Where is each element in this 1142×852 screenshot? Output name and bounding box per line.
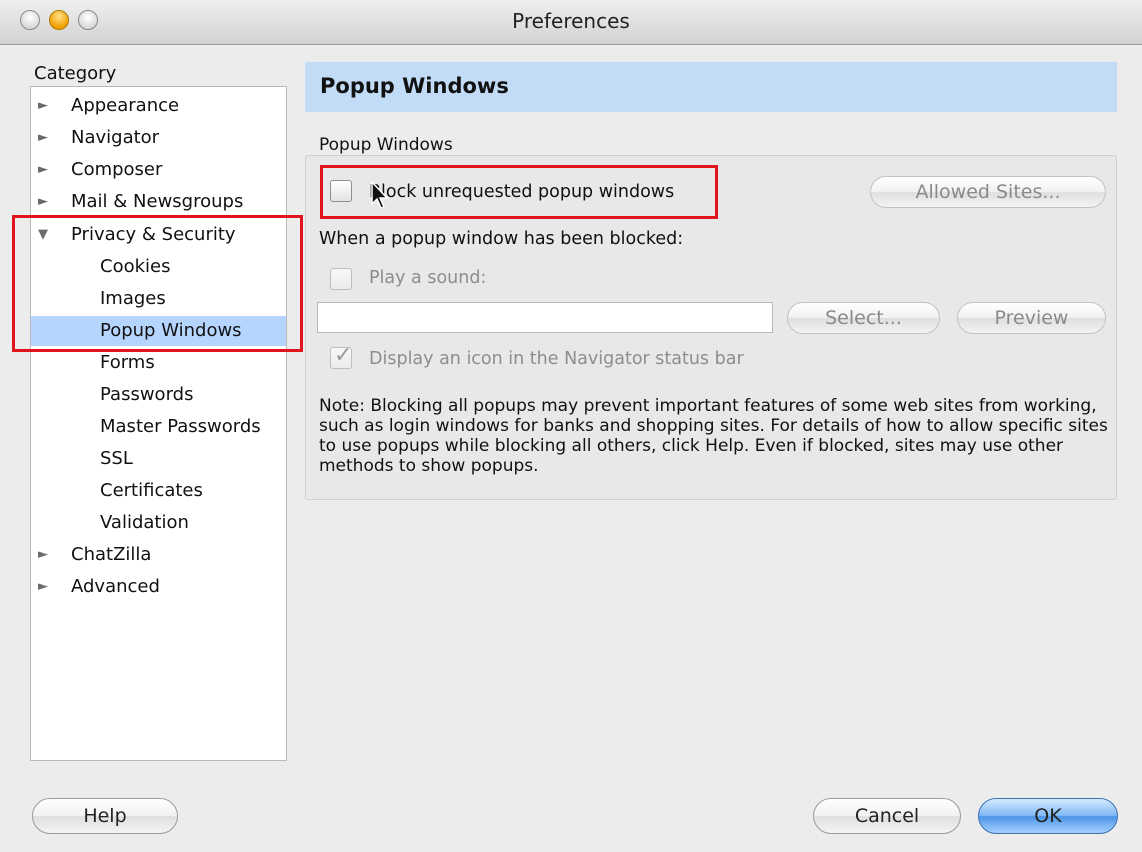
tree-item-images[interactable]: Images: [31, 284, 286, 314]
allowed-sites-button[interactable]: Allowed Sites...: [870, 176, 1106, 208]
display-icon-checkbox[interactable]: ✓: [330, 343, 352, 369]
play-sound-checkbox[interactable]: [330, 268, 352, 290]
block-popups-checkbox[interactable]: [330, 180, 352, 202]
tree-item-composer[interactable]: ► Composer: [31, 155, 286, 185]
help-button[interactable]: Help: [32, 798, 178, 834]
expand-arrow-icon[interactable]: ►: [38, 123, 48, 153]
tree-item-label: Composer: [71, 159, 163, 180]
tree-item-label: Appearance: [71, 95, 180, 116]
block-popups-label[interactable]: Block unrequested popup windows: [369, 182, 674, 202]
category-label: Category: [34, 63, 117, 84]
tree-item-label: Validation: [100, 512, 189, 533]
play-sound-label[interactable]: Play a sound:: [369, 268, 486, 288]
tree-item-label: Mail & Newsgroups: [71, 191, 244, 212]
window-title: Preferences: [512, 9, 630, 33]
tree-item-label: Forms: [100, 352, 155, 373]
tree-item-ssl[interactable]: SSL: [31, 444, 286, 474]
tree-item-label: Images: [100, 288, 166, 309]
tree-item-certificates[interactable]: Certificates: [31, 476, 286, 506]
cancel-button[interactable]: Cancel: [813, 798, 961, 834]
tree-item-navigator[interactable]: ► Navigator: [31, 123, 286, 153]
title-bar[interactable]: Preferences: [0, 0, 1142, 45]
tree-item-forms[interactable]: Forms: [31, 348, 286, 378]
tree-item-master-passwords[interactable]: Master Passwords: [31, 412, 286, 442]
tree-item-label: SSL: [100, 448, 133, 469]
expand-arrow-icon[interactable]: ►: [38, 91, 48, 121]
tree-item-label: Advanced: [71, 576, 160, 597]
group-label: Popup Windows: [319, 135, 453, 155]
expand-arrow-icon[interactable]: ►: [38, 572, 48, 602]
sound-file-input[interactable]: [317, 302, 773, 333]
display-icon-label[interactable]: Display an icon in the Navigator status …: [369, 349, 744, 369]
tree-item-validation[interactable]: Validation: [31, 508, 286, 538]
panel-header: Popup Windows: [305, 62, 1117, 112]
preview-sound-button[interactable]: Preview: [957, 302, 1106, 334]
tree-item-mail-newsgroups[interactable]: ► Mail & Newsgroups: [31, 187, 286, 217]
tree-item-label: Master Passwords: [100, 416, 261, 437]
expand-arrow-icon[interactable]: ►: [38, 540, 48, 570]
tree-item-privacy-security[interactable]: ▼ Privacy & Security: [31, 220, 286, 250]
mouse-pointer-icon: [371, 180, 389, 209]
expand-arrow-icon[interactable]: ►: [38, 187, 48, 217]
tree-item-chatzilla[interactable]: ► ChatZilla: [31, 540, 286, 570]
tree-item-label: Passwords: [100, 384, 194, 405]
tree-item-label: Navigator: [71, 127, 160, 148]
tree-item-appearance[interactable]: ► Appearance: [31, 91, 286, 121]
tree-item-label: Certificates: [100, 480, 203, 501]
tree-item-label: Privacy & Security: [71, 224, 236, 245]
tree-item-cookies[interactable]: Cookies: [31, 252, 286, 282]
select-sound-button[interactable]: Select...: [787, 302, 940, 334]
preferences-window: Preferences Category ► Appearance ► Navi…: [0, 0, 1142, 852]
tree-item-passwords[interactable]: Passwords: [31, 380, 286, 410]
collapse-arrow-icon[interactable]: ▼: [38, 220, 48, 250]
expand-arrow-icon[interactable]: ►: [38, 155, 48, 185]
ok-button[interactable]: OK: [978, 798, 1118, 834]
panel-title: Popup Windows: [320, 74, 509, 98]
when-blocked-label: When a popup window has been blocked:: [319, 229, 684, 249]
tree-item-popup-windows[interactable]: Popup Windows: [31, 316, 286, 346]
tree-item-label: Cookies: [100, 256, 171, 277]
tree-item-label: ChatZilla: [71, 544, 152, 565]
category-tree[interactable]: ► Appearance ► Navigator ► Composer ► Ma…: [30, 86, 287, 761]
tree-item-label: Popup Windows: [100, 320, 242, 341]
popup-note: Note: Blocking all popups may prevent im…: [319, 396, 1108, 476]
tree-item-advanced[interactable]: ► Advanced: [31, 572, 286, 602]
checkmark-icon: ✓: [334, 343, 353, 368]
